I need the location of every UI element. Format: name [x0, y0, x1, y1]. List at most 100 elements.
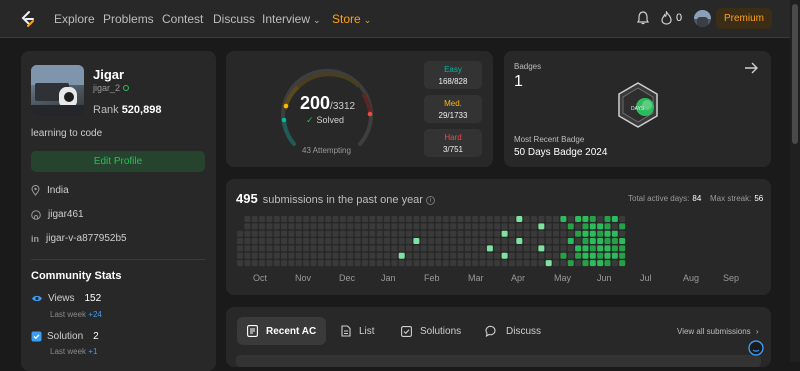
nav-discuss[interactable]: Discuss — [213, 12, 255, 26]
heatmap-day-cell[interactable] — [582, 245, 589, 252]
heatmap-day-cell[interactable] — [611, 252, 618, 259]
heatmap-day-cell[interactable] — [339, 252, 346, 259]
heatmap-day-cell[interactable] — [531, 245, 537, 252]
heatmap-day-cell[interactable] — [545, 260, 552, 267]
heatmap-day-cell[interactable] — [479, 245, 486, 252]
heatmap-day-cell[interactable] — [531, 223, 537, 230]
heatmap-day-cell[interactable] — [589, 245, 596, 252]
github-row[interactable]: jigar461 — [31, 209, 84, 220]
heatmap-day-cell[interactable] — [244, 230, 251, 237]
heatmap-day-cell[interactable] — [435, 245, 442, 252]
heatmap-day-cell[interactable] — [288, 260, 295, 267]
heatmap-day-cell[interactable] — [244, 245, 251, 252]
heatmap-day-cell[interactable] — [538, 216, 545, 222]
heatmap-day-cell[interactable] — [516, 260, 523, 267]
heatmap-day-cell[interactable] — [237, 230, 243, 237]
heatmap-day-cell[interactable] — [361, 216, 368, 222]
heatmap-day-cell[interactable] — [582, 223, 589, 230]
heatmap-day-cell[interactable] — [384, 238, 390, 245]
heatmap-day-cell[interactable] — [611, 260, 618, 267]
heatmap-day-cell[interactable] — [516, 216, 523, 222]
heatmap-day-cell[interactable] — [310, 223, 317, 230]
heatmap-day-cell[interactable] — [472, 252, 479, 259]
heatmap-day-cell[interactable] — [317, 238, 324, 245]
heatmap-day-cell[interactable] — [486, 252, 493, 259]
heatmap-day-cell[interactable] — [413, 260, 420, 267]
easy-box[interactable]: Easy 168/828 — [424, 61, 482, 89]
heatmap-day-cell[interactable] — [413, 216, 420, 222]
heatmap-day-cell[interactable] — [457, 216, 464, 222]
heatmap-day-cell[interactable] — [435, 260, 442, 267]
heatmap-day-cell[interactable] — [398, 245, 405, 252]
heatmap-day-cell[interactable] — [237, 252, 243, 259]
medium-box[interactable]: Med. 29/1733 — [424, 95, 482, 123]
heatmap-day-cell[interactable] — [325, 238, 332, 245]
heatmap-day-cell[interactable] — [523, 230, 530, 237]
heatmap-day-cell[interactable] — [303, 216, 310, 222]
heatmap-day-cell[interactable] — [251, 223, 258, 230]
arrow-right-icon[interactable] — [744, 61, 758, 75]
heatmap-day-cell[interactable] — [251, 216, 258, 222]
heatmap-day-cell[interactable] — [479, 238, 486, 245]
heatmap-day-cell[interactable] — [597, 252, 604, 259]
heatmap-day-cell[interactable] — [597, 223, 604, 230]
heatmap-day-cell[interactable] — [450, 260, 457, 267]
heatmap-day-cell[interactable] — [251, 230, 258, 237]
heatmap-day-cell[interactable] — [567, 260, 574, 267]
heatmap-day-cell[interactable] — [391, 245, 398, 252]
heatmap-day-cell[interactable] — [472, 223, 479, 230]
heatmap-day-cell[interactable] — [259, 223, 266, 230]
heatmap-day-cell[interactable] — [428, 223, 435, 230]
heatmap-day-cell[interactable] — [560, 223, 567, 230]
heatmap-day-cell[interactable] — [428, 238, 435, 245]
heatmap-day-cell[interactable] — [545, 238, 552, 245]
heatmap-day-cell[interactable] — [494, 252, 501, 259]
heatmap-day-cell[interactable] — [501, 216, 508, 222]
heatmap-day-cell[interactable] — [398, 230, 405, 237]
heatmap-day-cell[interactable] — [604, 230, 611, 237]
heatmap-day-cell[interactable] — [450, 238, 457, 245]
tab-recent-ac[interactable]: Recent AC — [237, 317, 327, 345]
heatmap-day-cell[interactable] — [567, 230, 574, 237]
heatmap-day-cell[interactable] — [486, 230, 493, 237]
heatmap-day-cell[interactable] — [508, 245, 515, 252]
heatmap-day-cell[interactable] — [560, 216, 567, 222]
heatmap-day-cell[interactable] — [391, 260, 398, 267]
heatmap-day-cell[interactable] — [369, 230, 376, 237]
heatmap-day-cell[interactable] — [391, 238, 398, 245]
heatmap-day-cell[interactable] — [523, 252, 530, 259]
heatmap-day-cell[interactable] — [310, 252, 317, 259]
heatmap-day-cell[interactable] — [508, 260, 515, 267]
nav-store[interactable]: Store ⌄ — [332, 12, 371, 26]
heatmap-day-cell[interactable] — [457, 223, 464, 230]
heatmap-day-cell[interactable] — [310, 245, 317, 252]
heatmap-day-cell[interactable] — [361, 245, 368, 252]
heatmap-day-cell[interactable] — [450, 230, 457, 237]
heatmap-day-cell[interactable] — [281, 238, 288, 245]
heatmap-day-cell[interactable] — [391, 223, 398, 230]
heatmap-day-cell[interactable] — [398, 238, 405, 245]
heatmap-day-cell[interactable] — [516, 252, 523, 259]
heatmap-day-cell[interactable] — [266, 216, 273, 222]
heatmap-day-cell[interactable] — [317, 260, 324, 267]
heatmap-day-cell[interactable] — [457, 238, 464, 245]
heatmap-day-cell[interactable] — [354, 245, 361, 252]
heatmap-day-cell[interactable] — [384, 216, 390, 222]
heatmap-day-cell[interactable] — [237, 260, 243, 267]
heatmap-day-cell[interactable] — [619, 260, 626, 267]
heatmap-day-cell[interactable] — [237, 238, 243, 245]
heatmap-day-cell[interactable] — [413, 245, 420, 252]
heatmap-day-cell[interactable] — [567, 245, 574, 252]
heatmap-day-cell[interactable] — [450, 252, 457, 259]
heatmap-day-cell[interactable] — [531, 260, 537, 267]
heatmap-day-cell[interactable] — [457, 252, 464, 259]
heatmap-day-cell[interactable] — [435, 216, 442, 222]
heatmap-day-cell[interactable] — [376, 245, 383, 252]
heatmap-day-cell[interactable] — [325, 245, 332, 252]
heatmap-day-cell[interactable] — [244, 252, 251, 259]
heatmap-day-cell[interactable] — [406, 252, 413, 259]
heatmap-day-cell[interactable] — [508, 238, 515, 245]
heatmap-day-cell[interactable] — [369, 260, 376, 267]
heatmap-day-cell[interactable] — [560, 238, 567, 245]
heatmap-day-cell[interactable] — [332, 216, 339, 222]
